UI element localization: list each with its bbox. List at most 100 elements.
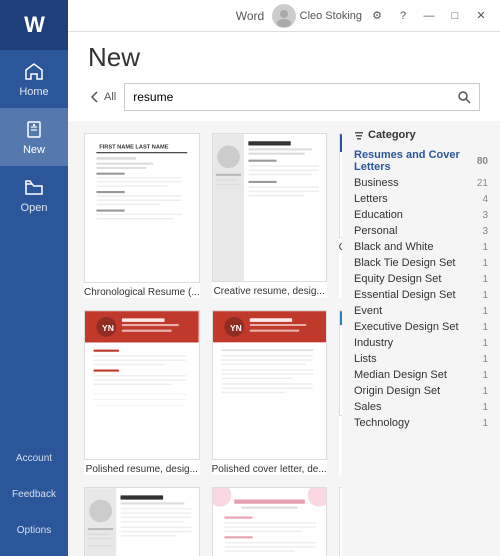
user-avatar[interactable] bbox=[272, 4, 296, 28]
category-title: Category bbox=[354, 129, 488, 141]
category-name: Personal bbox=[354, 225, 397, 237]
template-thumbnail: NAME HERE bbox=[339, 487, 342, 556]
search-button[interactable] bbox=[457, 90, 471, 104]
category-count: 1 bbox=[482, 306, 488, 317]
close-button[interactable]: ✕ bbox=[470, 5, 492, 27]
back-label: All bbox=[104, 91, 116, 103]
main-content: Word Cleo Stoking ⚙ ? — □ ✕ New All bbox=[68, 0, 500, 556]
category-name: Resumes and Cover Letters bbox=[354, 149, 477, 173]
back-button[interactable]: All bbox=[88, 90, 116, 104]
sidebar-item-open-label: Open bbox=[21, 202, 48, 214]
help-button[interactable]: ? bbox=[392, 5, 414, 27]
page-header-inner: New All bbox=[68, 32, 500, 111]
template-name: Chronological Resume (... bbox=[84, 287, 200, 298]
new-icon bbox=[23, 118, 45, 140]
category-name: Sales bbox=[354, 401, 382, 413]
template-card[interactable]: Creative cover letter, de... bbox=[84, 487, 200, 556]
template-card[interactable]: YN bbox=[212, 310, 327, 475]
template-card[interactable]: FIRST NAME LAST NAME bbox=[84, 133, 200, 298]
titlebar-username: Cleo Stoking bbox=[300, 10, 362, 22]
sidebar-item-home-label: Home bbox=[19, 86, 48, 98]
category-item-median[interactable]: Median Design Set 1 bbox=[354, 367, 488, 383]
category-name: Education bbox=[354, 209, 403, 221]
svg-text:YN: YN bbox=[230, 323, 242, 333]
category-item-personal[interactable]: Personal 3 bbox=[354, 223, 488, 239]
sidebar-account[interactable]: Account bbox=[0, 440, 68, 476]
category-item-bw[interactable]: Black and White 1 bbox=[354, 239, 488, 255]
category-item-executive[interactable]: Executive Design Set 1 bbox=[354, 319, 488, 335]
category-item-sales[interactable]: Sales 1 bbox=[354, 399, 488, 415]
category-name: Technology bbox=[354, 417, 410, 429]
template-thumbnail: YN bbox=[84, 310, 200, 460]
template-card[interactable]: Pink floral resume bbox=[212, 487, 327, 556]
category-item-industry[interactable]: Industry 1 bbox=[354, 335, 488, 351]
svg-text:YN: YN bbox=[102, 323, 114, 333]
category-item-business[interactable]: Business 21 bbox=[354, 175, 488, 191]
category-item-event[interactable]: Event 1 bbox=[354, 303, 488, 319]
template-name: Polished cover letter, de... bbox=[212, 464, 327, 475]
template-name: Creative resume, desig... bbox=[212, 286, 327, 297]
category-count: 3 bbox=[482, 210, 488, 221]
template-card[interactable]: YN bbox=[84, 310, 200, 475]
category-count: 1 bbox=[482, 418, 488, 429]
sidebar-item-open[interactable]: Open bbox=[0, 166, 68, 224]
category-name: Letters bbox=[354, 193, 388, 205]
category-count: 1 bbox=[482, 274, 488, 285]
category-name: Business bbox=[354, 177, 399, 189]
category-name: Essential Design Set bbox=[354, 289, 456, 301]
content-area: FIRST NAME LAST NAME bbox=[68, 121, 500, 556]
category-item-blacktie[interactable]: Black Tie Design Set 1 bbox=[354, 255, 488, 271]
category-count: 1 bbox=[482, 258, 488, 269]
category-item-equity[interactable]: Equity Design Set 1 bbox=[354, 271, 488, 287]
category-name: Black and White bbox=[354, 241, 433, 253]
category-panel: Category Resumes and Cover Letters 80 Bu… bbox=[342, 121, 500, 556]
category-item-lists[interactable]: Lists 1 bbox=[354, 351, 488, 367]
sidebar: W Home New Open bbox=[0, 0, 68, 556]
settings-button[interactable]: ⚙ bbox=[366, 5, 388, 27]
sidebar-item-new-label: New bbox=[23, 144, 45, 156]
category-count: 3 bbox=[482, 226, 488, 237]
search-bar: All bbox=[88, 83, 480, 111]
search-container bbox=[124, 83, 480, 111]
minimize-button[interactable]: — bbox=[418, 5, 440, 27]
svg-text:FIRST NAME LAST NAME: FIRST NAME LAST NAME bbox=[99, 144, 169, 150]
category-count: 80 bbox=[477, 156, 488, 167]
category-name: Event bbox=[354, 305, 382, 317]
category-item-technology[interactable]: Technology 1 bbox=[354, 415, 488, 431]
page-header: New All bbox=[68, 32, 500, 121]
category-count: 1 bbox=[482, 242, 488, 253]
category-item-essential[interactable]: Essential Design Set 1 bbox=[354, 287, 488, 303]
category-count: 1 bbox=[482, 370, 488, 381]
app-logo: W bbox=[0, 0, 68, 50]
template-card[interactable]: Creative resume, desig... bbox=[212, 133, 327, 298]
category-name: Lists bbox=[354, 353, 377, 365]
category-count: 1 bbox=[482, 338, 488, 349]
category-count: 1 bbox=[482, 322, 488, 333]
category-item-education[interactable]: Education 3 bbox=[354, 207, 488, 223]
sidebar-item-home[interactable]: Home bbox=[0, 50, 68, 108]
category-item-origin[interactable]: Origin Design Set 1 bbox=[354, 383, 488, 399]
category-count: 1 bbox=[482, 290, 488, 301]
category-count: 4 bbox=[482, 194, 488, 205]
template-thumbnail bbox=[212, 133, 327, 282]
template-card[interactable]: NAME HERE bbox=[339, 487, 342, 556]
category-item-resumes[interactable]: Resumes and Cover Letters 80 bbox=[354, 147, 488, 175]
maximize-button[interactable]: □ bbox=[444, 5, 466, 27]
search-input[interactable] bbox=[133, 90, 457, 104]
page-title: New bbox=[88, 42, 480, 73]
category-count: 1 bbox=[482, 386, 488, 397]
category-name: Industry bbox=[354, 337, 393, 349]
template-thumbnail bbox=[212, 487, 327, 556]
sidebar-options[interactable]: Options bbox=[0, 512, 68, 548]
home-icon bbox=[23, 60, 45, 82]
templates-grid: FIRST NAME LAST NAME bbox=[68, 121, 342, 556]
sidebar-item-new[interactable]: New bbox=[0, 108, 68, 166]
sidebar-feedback[interactable]: Feedback bbox=[0, 476, 68, 512]
template-name: Polished resume, desig... bbox=[84, 464, 200, 475]
category-item-letters[interactable]: Letters 4 bbox=[354, 191, 488, 207]
titlebar: Word Cleo Stoking ⚙ ? — □ ✕ bbox=[68, 0, 500, 32]
category-count: 21 bbox=[477, 178, 488, 189]
category-count: 1 bbox=[482, 354, 488, 365]
category-name: Equity Design Set bbox=[354, 273, 441, 285]
template-thumbnail: FIRST NAME LAST NAME bbox=[84, 133, 200, 283]
